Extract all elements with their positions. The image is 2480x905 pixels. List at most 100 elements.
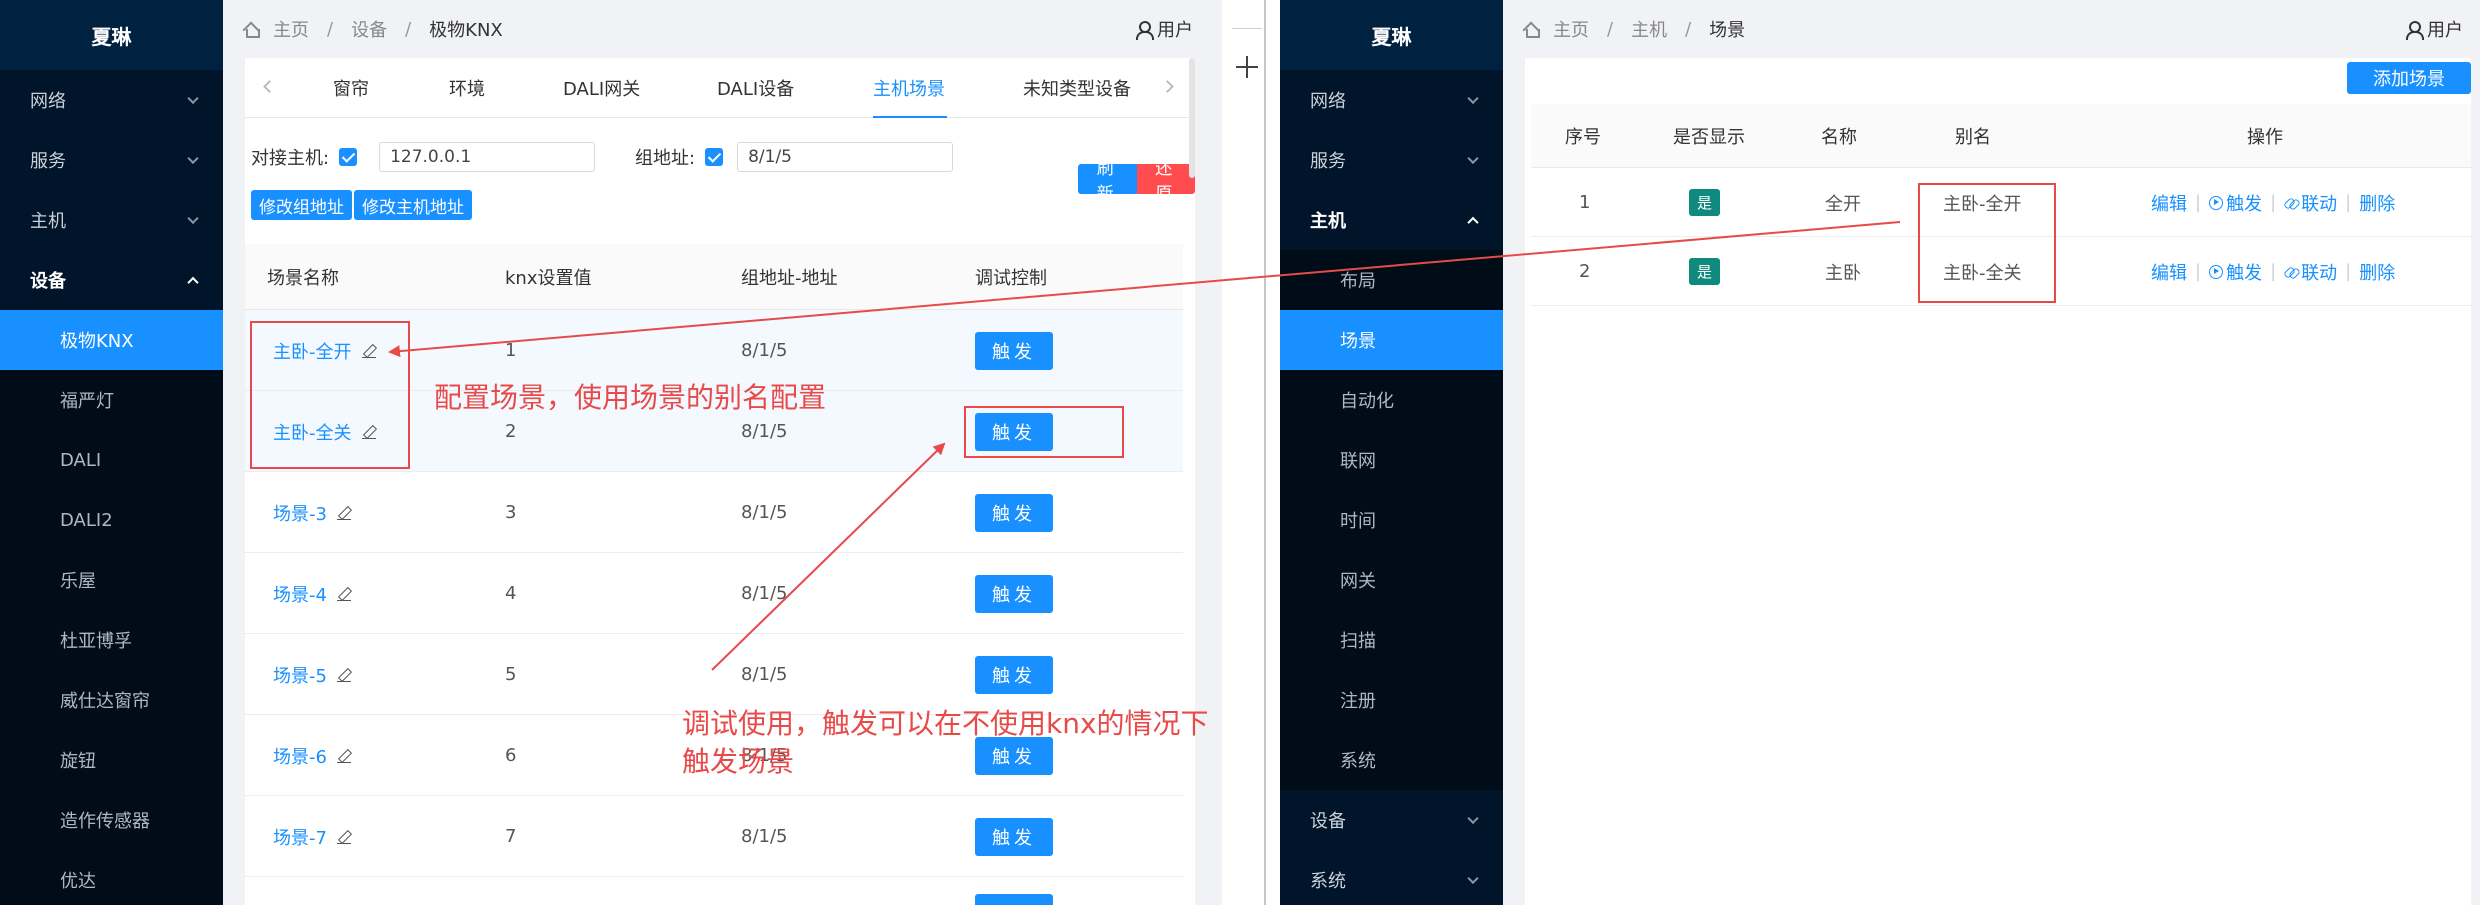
sidebar-item-time[interactable]: 时间 — [1280, 490, 1503, 550]
menu-host[interactable]: 主机 — [0, 190, 223, 250]
restore-button[interactable]: 还原 — [1136, 159, 1195, 204]
edit-link[interactable]: 编辑 — [2151, 190, 2187, 216]
sidebar-item-scene[interactable]: 场景 — [1280, 310, 1503, 370]
edit-icon[interactable] — [336, 749, 351, 763]
group-checkbox[interactable] — [705, 148, 724, 166]
sidebar-item-knx[interactable]: 极物KNX — [0, 310, 223, 370]
tab-host-scene[interactable]: 主机场景 — [873, 58, 945, 118]
scene-name-cell: 场景-5 — [273, 634, 351, 715]
plus-icon[interactable] — [1236, 56, 1258, 78]
menu-device[interactable]: 设备 — [1280, 790, 1503, 850]
trigger-button[interactable]: 触发 — [975, 736, 1053, 775]
scene-name-link[interactable]: 场景-3 — [273, 500, 351, 526]
chevron-left-icon[interactable] — [263, 80, 276, 93]
menu-system[interactable]: 系统 — [1280, 850, 1503, 905]
trigger-button[interactable]: 触发 — [975, 817, 1053, 856]
modify-group-button[interactable]: 修改组地址 — [251, 190, 352, 220]
sidebar-item-gateway[interactable]: 网关 — [1280, 550, 1503, 610]
edit-icon[interactable] — [336, 830, 351, 844]
scene-name-link[interactable]: 场景-4 — [273, 581, 351, 607]
add-scene-button[interactable]: 添加场景 — [2347, 62, 2471, 94]
host-row: 对接主机: — [251, 142, 596, 172]
column-header: knx设置值 — [505, 268, 592, 289]
right-header: 主页 / 主机 / 场景 用户 — [1523, 0, 2463, 58]
device-tabs: 窗帘 环境 DALI网关 DALI设备 主机场景 未知类型设备 — [245, 58, 1195, 118]
scene-name-link[interactable]: 场景-7 — [273, 824, 351, 850]
menu-network[interactable]: 网络 — [1280, 70, 1503, 130]
tab-active-indicator — [873, 116, 947, 118]
table-header: 场景名称 knx设置值 组地址-地址 调试控制 — [245, 244, 1183, 310]
tab-dali-device[interactable]: DALI设备 — [717, 58, 794, 118]
divider: | — [2270, 192, 2277, 213]
breadcrumb-device[interactable]: 设备 — [351, 16, 387, 42]
scene-name-link[interactable]: 场景-6 — [273, 743, 351, 769]
sidebar-item-knob[interactable]: 旋钮 — [0, 730, 223, 790]
trigger-button[interactable]: 触发 — [975, 493, 1053, 532]
debug-cell: 触发 — [975, 553, 1053, 634]
edit-icon[interactable] — [336, 668, 351, 682]
sidebar-item-register[interactable]: 注册 — [1280, 670, 1503, 730]
user-menu[interactable]: 用户 — [1135, 0, 1193, 58]
sidebar-item-youda[interactable]: 优达 — [0, 850, 223, 905]
delete-link[interactable]: 删除 — [2359, 259, 2395, 285]
scene-name-link[interactable]: 场景-5 — [273, 662, 351, 688]
delete-link[interactable]: 删除 — [2359, 190, 2395, 216]
breadcrumb-current: 极物KNX — [429, 20, 503, 41]
modify-host-button[interactable]: 修改主机地址 — [354, 190, 472, 220]
breadcrumb-home[interactable]: 主页 — [273, 16, 309, 42]
group-row: 组地址: — [635, 142, 954, 172]
group-address-cell: 8/1/5 — [741, 502, 788, 523]
trigger-button[interactable]: 触发 — [975, 574, 1053, 613]
window-divider[interactable] — [1264, 0, 1266, 905]
sidebar-item-scan[interactable]: 扫描 — [1280, 610, 1503, 670]
link-link[interactable]: 联动 — [2284, 190, 2337, 216]
menu-device[interactable]: 设备 — [0, 250, 223, 310]
trigger-button[interactable]: 触发 — [975, 655, 1053, 694]
sidebar-item-layout[interactable]: 布局 — [1280, 250, 1503, 310]
menu-host[interactable]: 主机 — [1280, 190, 1503, 250]
trigger-label: 触发 — [2226, 262, 2263, 284]
trigger-button-partial[interactable] — [975, 894, 1053, 905]
trigger-button[interactable]: 触发 — [975, 331, 1053, 370]
refresh-button[interactable]: 刷新 — [1078, 159, 1137, 204]
sidebar-item-dali2[interactable]: DALI2 — [0, 490, 223, 550]
menu-label: 服务 — [1310, 151, 1346, 172]
card-scrollbar[interactable] — [1189, 58, 1195, 178]
edit-icon[interactable] — [336, 587, 351, 601]
host-input[interactable] — [379, 142, 596, 172]
breadcrumb-host[interactable]: 主机 — [1631, 16, 1667, 42]
tab-environment[interactable]: 环境 — [449, 58, 485, 118]
tab-dali-gateway[interactable]: DALI网关 — [563, 58, 640, 118]
sidebar-item-fuyan[interactable]: 福严灯 — [0, 370, 223, 430]
divider: | — [2195, 261, 2202, 282]
sidebar-item-automation[interactable]: 自动化 — [1280, 370, 1503, 430]
tab-curtain[interactable]: 窗帘 — [333, 58, 369, 118]
menu-service[interactable]: 服务 — [1280, 130, 1503, 190]
group-input[interactable] — [737, 142, 954, 172]
group-address-cell: 8/1/5 — [741, 826, 788, 847]
sidebar-item-system[interactable]: 系统 — [1280, 730, 1503, 790]
edit-link[interactable]: 编辑 — [2151, 259, 2187, 285]
host-checkbox[interactable] — [339, 148, 358, 166]
group-address-cell: 8/1/5 — [741, 583, 788, 604]
sidebar-item-lewu[interactable]: 乐屋 — [0, 550, 223, 610]
tab-unknown-device[interactable]: 未知类型设备 — [1023, 58, 1131, 118]
sidebar-item-curtain[interactable]: 威仕达窗帘 — [0, 670, 223, 730]
chevron-right-icon[interactable] — [1161, 80, 1174, 93]
breadcrumb-home[interactable]: 主页 — [1553, 16, 1589, 42]
link-link[interactable]: 联动 — [2284, 259, 2337, 285]
trigger-link[interactable]: 触发 — [2209, 190, 2262, 216]
knx-value-cell: 3 — [505, 502, 517, 523]
user-icon — [1135, 21, 1154, 40]
trigger-link[interactable]: 触发 — [2209, 259, 2262, 285]
knx-value-cell: 4 — [505, 583, 517, 604]
user-menu[interactable]: 用户 — [2405, 0, 2463, 58]
sidebar-item-dooya[interactable]: 杜亚博孚 — [0, 610, 223, 670]
ops-cell: 编辑 | 触发 | 联动 | 删除 — [2151, 168, 2395, 237]
sidebar-item-dali[interactable]: DALI — [0, 430, 223, 490]
sidebar-item-sensor[interactable]: 造作传感器 — [0, 790, 223, 850]
edit-icon[interactable] — [336, 506, 351, 520]
menu-service[interactable]: 服务 — [0, 130, 223, 190]
sidebar-item-networking[interactable]: 联网 — [1280, 430, 1503, 490]
menu-network[interactable]: 网络 — [0, 70, 223, 130]
